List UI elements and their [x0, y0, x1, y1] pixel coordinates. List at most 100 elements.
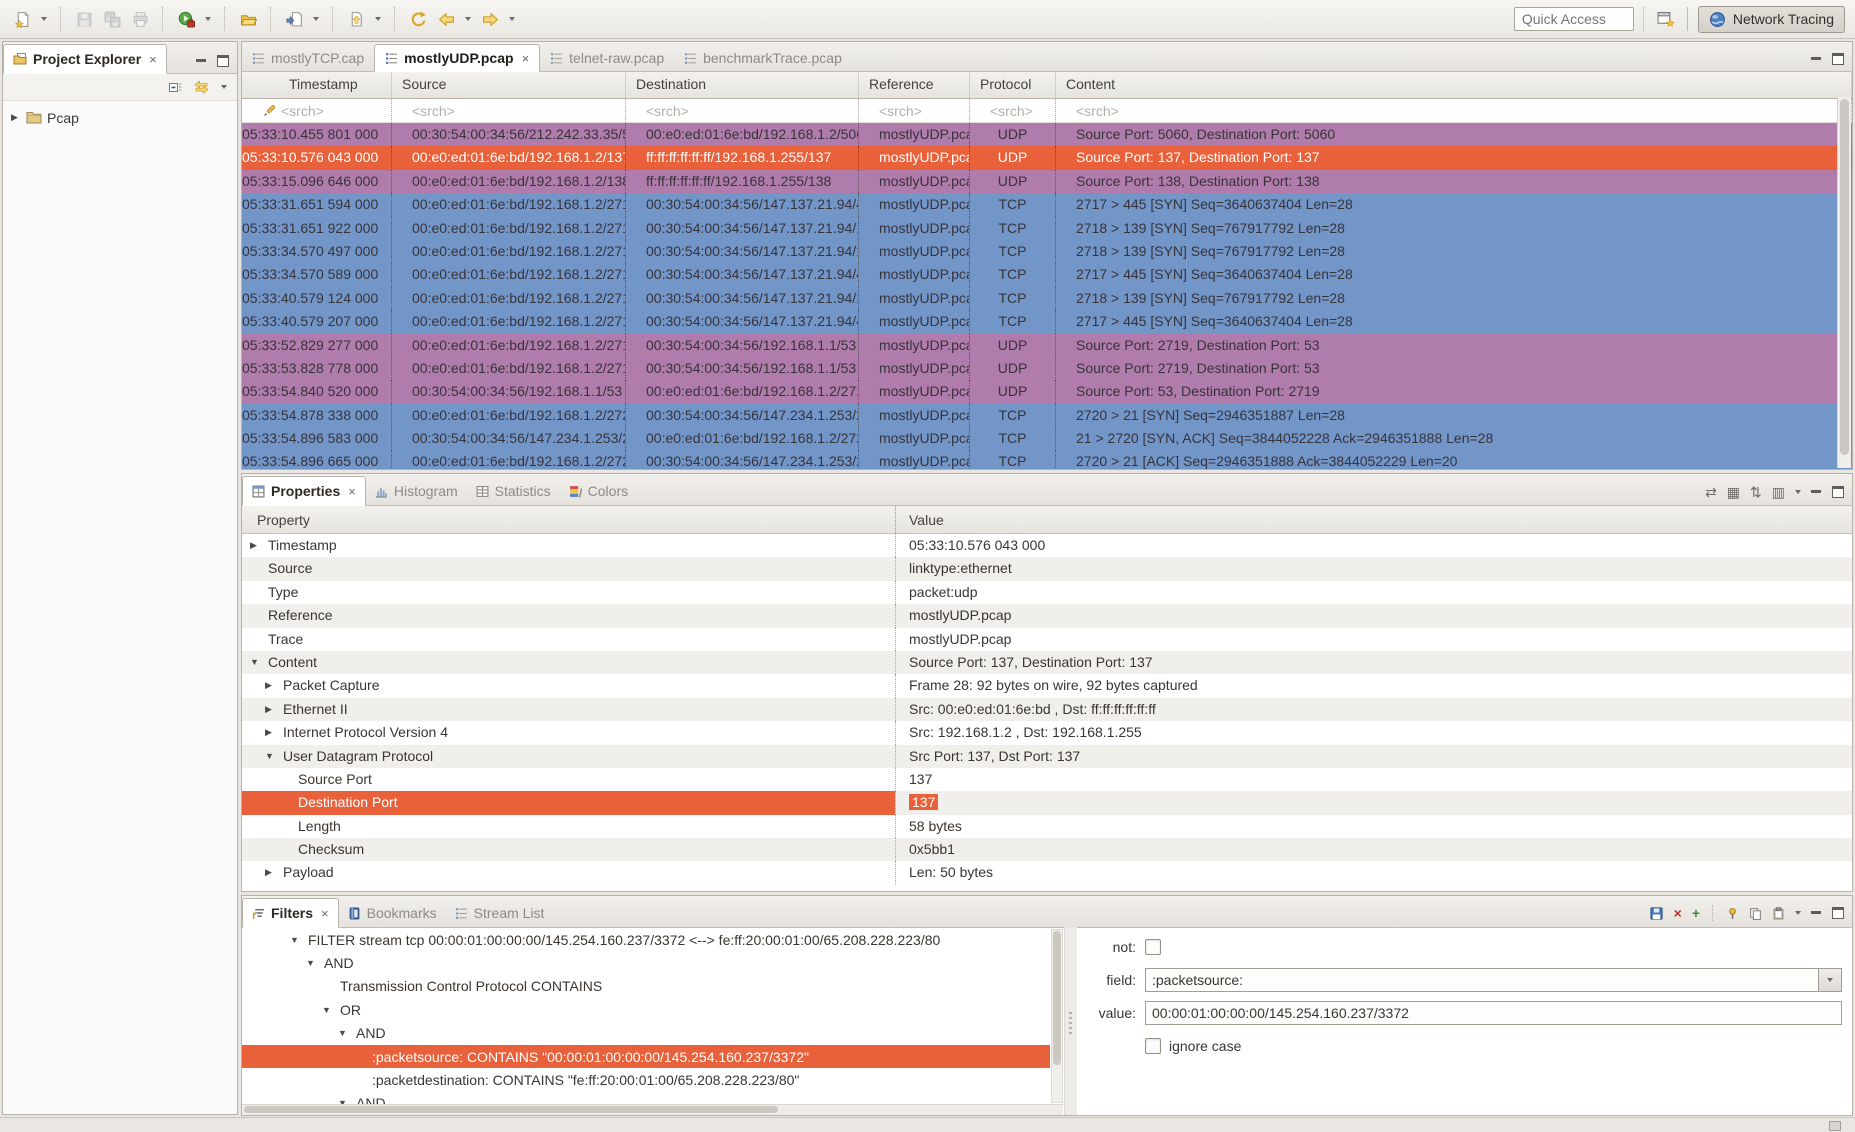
- tree-mode-icon[interactable]: ▦: [1727, 485, 1740, 499]
- filter-tree-row[interactable]: ▼AND: [242, 1022, 1050, 1045]
- column-header-timestamp[interactable]: Timestamp: [242, 72, 392, 98]
- dropdown-arrow-icon[interactable]: [38, 7, 50, 31]
- packet-row[interactable]: 05:33:34.570 497 00000:e0:ed:01:6e:bd/19…: [242, 240, 1852, 263]
- property-row[interactable]: ▶Timestamp05:33:10.576 043 000: [242, 534, 1852, 557]
- expand-down-icon[interactable]: ▼: [338, 1028, 356, 1038]
- column-header-value[interactable]: Value: [895, 506, 1852, 533]
- tab-statistics[interactable]: Statistics: [467, 477, 560, 505]
- close-tab-icon[interactable]: ×: [522, 51, 530, 66]
- expand-down-icon[interactable]: ▼: [250, 651, 268, 674]
- property-row[interactable]: ▶Packet CaptureFrame 28: 92 bytes on wir…: [242, 674, 1852, 697]
- tab-benchmarktrace-pcap[interactable]: benchmarkTrace.pcap: [674, 45, 852, 71]
- tab-mostlytcp-cap[interactable]: mostlyTCP.cap: [242, 45, 374, 71]
- export-trace-icon[interactable]: [344, 7, 368, 31]
- expand-all-icon[interactable]: ⇅: [1750, 485, 1762, 499]
- minimize-icon[interactable]: [1811, 908, 1822, 918]
- field-combo[interactable]: :packetsource:: [1145, 968, 1842, 992]
- property-row[interactable]: Typepacket:udp: [242, 581, 1852, 604]
- maximize-icon[interactable]: [217, 55, 229, 67]
- expand-down-icon[interactable]: ▼: [265, 745, 283, 768]
- minimize-icon[interactable]: [196, 56, 207, 66]
- quick-access-input[interactable]: [1514, 7, 1634, 31]
- minimize-icon[interactable]: [1811, 487, 1822, 497]
- minimize-icon[interactable]: [1811, 54, 1822, 64]
- packet-row[interactable]: 05:33:34.570 589 00000:e0:ed:01:6e:bd/19…: [242, 263, 1852, 286]
- tab-histogram[interactable]: Histogram: [366, 477, 467, 505]
- value-input[interactable]: [1145, 1001, 1842, 1025]
- run-external-tools-icon[interactable]: [174, 7, 198, 31]
- property-row[interactable]: ▶PayloadLen: 50 bytes: [242, 861, 1852, 884]
- import-trace-icon[interactable]: [282, 7, 306, 31]
- packet-row[interactable]: 05:33:40.579 124 00000:e0:ed:01:6e:bd/19…: [242, 287, 1852, 310]
- save-all-icon[interactable]: [100, 7, 124, 31]
- sash-handle[interactable]: [1064, 927, 1077, 1115]
- packet-row[interactable]: 05:33:15.096 646 00000:e0:ed:01:6e:bd/19…: [242, 170, 1852, 193]
- property-row[interactable]: ▼ContentSource Port: 137, Destination Po…: [242, 651, 1852, 674]
- property-row[interactable]: Length58 bytes: [242, 815, 1852, 838]
- perspective-button[interactable]: Network Tracing: [1698, 6, 1845, 33]
- expand-right-icon[interactable]: ▶: [250, 534, 268, 557]
- packet-row[interactable]: 05:33:10.576 043 00000:e0:ed:01:6e:bd/19…: [242, 146, 1852, 169]
- tab-colors[interactable]: Colors: [560, 477, 637, 505]
- filter-tree-scrollbar[interactable]: [1051, 929, 1063, 1103]
- property-row[interactable]: Source Port137: [242, 768, 1852, 791]
- view-menu-icon[interactable]: [1795, 911, 1801, 915]
- navigate-forward-icon[interactable]: [478, 7, 502, 31]
- property-row[interactable]: ▶Ethernet IISrc: 00:e0:ed:01:6e:bd , Dst…: [242, 698, 1852, 721]
- open-perspective-icon[interactable]: [1654, 7, 1678, 31]
- column-header-protocol[interactable]: Protocol: [970, 72, 1056, 98]
- property-row[interactable]: Sourcelinktype:ethernet: [242, 557, 1852, 580]
- tab-bookmarks[interactable]: Bookmarks: [339, 899, 446, 927]
- column-header-destination[interactable]: Destination: [626, 72, 859, 98]
- filter-tree-row[interactable]: ▼OR: [242, 998, 1050, 1021]
- tab-telnet-raw-pcap[interactable]: telnet-raw.pcap: [540, 45, 674, 71]
- property-row[interactable]: ReferencemostlyUDP.pcap: [242, 604, 1852, 627]
- filter-tree-row[interactable]: :packetsource: CONTAINS "00:00:01:00:00:…: [242, 1045, 1050, 1068]
- packet-row[interactable]: 05:33:31.651 922 00000:e0:ed:01:6e:bd/19…: [242, 217, 1852, 240]
- tab-stream-list[interactable]: Stream List: [446, 899, 554, 927]
- column-header-property[interactable]: Property: [242, 512, 895, 528]
- tab-project-explorer[interactable]: Project Explorer ×: [3, 44, 167, 74]
- filter-cell-timestamp[interactable]: <srch>: [242, 99, 392, 122]
- scrollbar-thumb[interactable]: [1053, 931, 1061, 1065]
- filter-tree-row[interactable]: :packetdestination: CONTAINS "fe:ff:20:0…: [242, 1068, 1050, 1091]
- expand-down-icon[interactable]: ▼: [306, 958, 324, 968]
- packet-row[interactable]: 05:33:53.828 778 00000:e0:ed:01:6e:bd/19…: [242, 357, 1852, 380]
- expand-right-icon[interactable]: ▶: [11, 112, 21, 123]
- property-row[interactable]: TracemostlyUDP.pcap: [242, 628, 1852, 651]
- maximize-icon[interactable]: [1832, 907, 1844, 919]
- close-view-icon[interactable]: ×: [321, 906, 329, 921]
- save-icon[interactable]: [72, 7, 96, 31]
- property-row[interactable]: Checksum0x5bb1: [242, 838, 1852, 861]
- column-header-reference[interactable]: Reference: [859, 72, 970, 98]
- tab-mostlyudp-pcap[interactable]: mostlyUDP.pcap ×: [374, 44, 540, 72]
- close-view-icon[interactable]: ×: [149, 52, 157, 67]
- ignore-case-checkbox[interactable]: [1145, 1038, 1161, 1054]
- filter-tree-hscrollbar[interactable]: [242, 1104, 1063, 1115]
- paste-filter-icon[interactable]: [1772, 907, 1785, 920]
- navigate-backward-icon[interactable]: [434, 7, 458, 31]
- add-filter-icon[interactable]: +: [1692, 906, 1700, 920]
- dropdown-arrow-icon[interactable]: [310, 7, 322, 31]
- dropdown-arrow-icon[interactable]: [372, 7, 384, 31]
- property-row[interactable]: Destination Port137: [242, 791, 1852, 814]
- expand-right-icon[interactable]: ▶: [265, 698, 283, 721]
- link-with-editor-icon[interactable]: [194, 80, 209, 94]
- filter-cell-destination[interactable]: <srch>: [626, 99, 859, 122]
- filter-cell-reference[interactable]: <srch>: [859, 99, 970, 122]
- property-row[interactable]: ▶Internet Protocol Version 4Src: 192.168…: [242, 721, 1852, 744]
- delete-filter-icon[interactable]: ×: [1674, 906, 1682, 920]
- collapse-all-icon[interactable]: [168, 80, 182, 94]
- property-row[interactable]: ▼User Datagram ProtocolSrc Port: 137, Ds…: [242, 745, 1852, 768]
- pin-icon[interactable]: [1726, 907, 1739, 920]
- close-view-icon[interactable]: ×: [348, 484, 356, 499]
- expand-right-icon[interactable]: ▶: [265, 674, 283, 697]
- packet-row[interactable]: 05:33:31.651 594 00000:e0:ed:01:6e:bd/19…: [242, 193, 1852, 216]
- tree-item-pcap[interactable]: ▶ Pcap: [3, 107, 237, 128]
- expand-right-icon[interactable]: ▶: [265, 861, 283, 884]
- dropdown-arrow-icon[interactable]: [506, 7, 518, 31]
- back-history-icon[interactable]: [406, 7, 430, 31]
- packet-row[interactable]: 05:33:54.840 520 00000:30:54:00:34:56/19…: [242, 380, 1852, 403]
- packet-row[interactable]: 05:33:10.455 801 00000:30:54:00:34:56/21…: [242, 123, 1852, 146]
- expand-down-icon[interactable]: ▼: [322, 1005, 340, 1015]
